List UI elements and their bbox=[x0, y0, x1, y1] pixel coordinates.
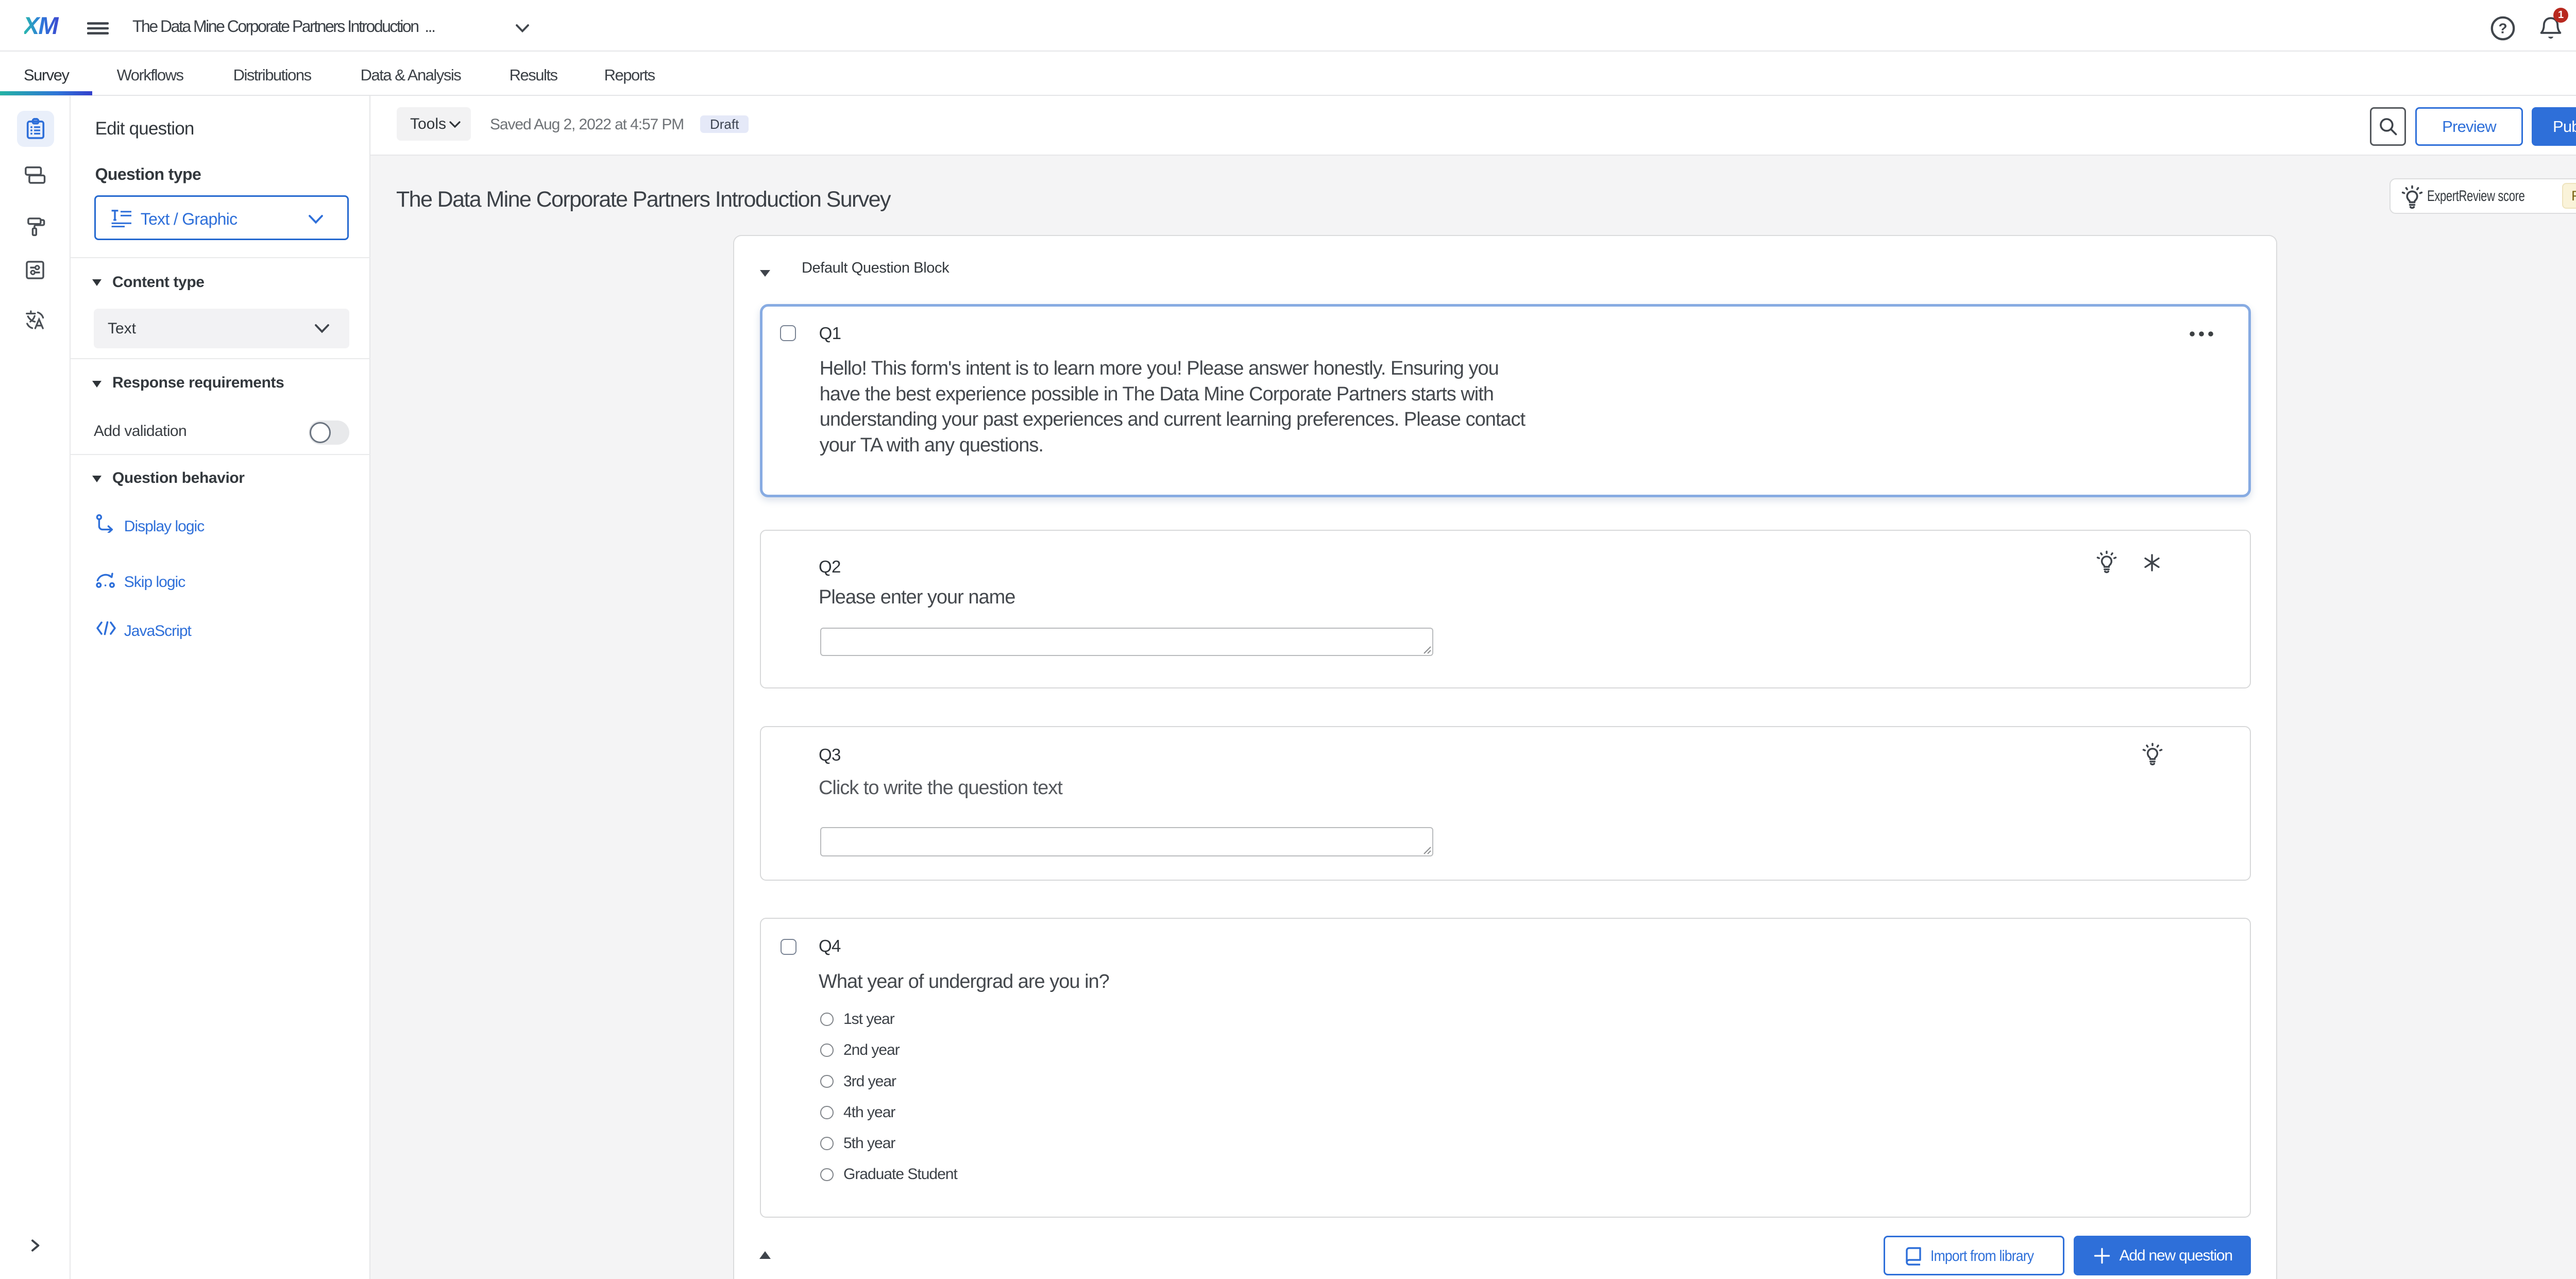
svg-text:XM: XM bbox=[24, 15, 59, 38]
svg-text:?: ? bbox=[2499, 20, 2507, 36]
